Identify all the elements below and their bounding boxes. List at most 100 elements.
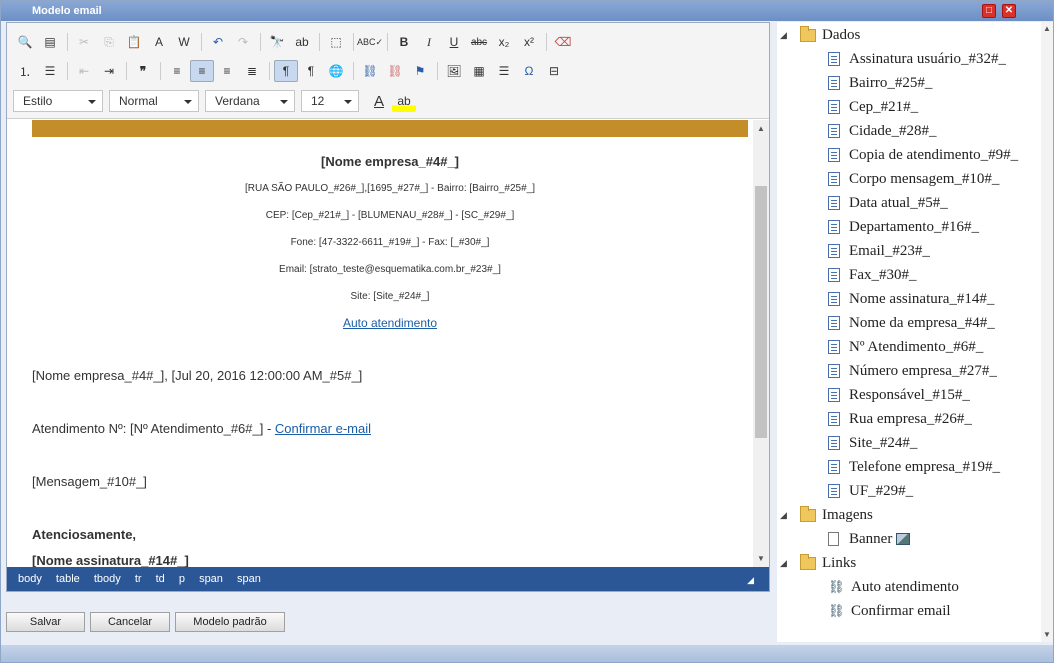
tree-item[interactable]: Responsável_#15#_ [828, 383, 970, 407]
save-button[interactable]: Salvar [6, 612, 85, 632]
image-icon[interactable]: 🖼 [442, 60, 466, 82]
tree-folder-dados[interactable]: ◢ Dados [777, 23, 860, 47]
tree-folder-links[interactable]: ◢ Links [777, 551, 856, 575]
italic-icon[interactable]: I [417, 31, 441, 53]
tree-item[interactable]: Email_#23#_ [828, 239, 930, 263]
close-icon[interactable]: ✕ [1002, 4, 1016, 18]
expanded-arrow-icon[interactable]: ◢ [780, 510, 790, 521]
path-item[interactable]: span [237, 573, 261, 585]
superscript-icon[interactable]: x² [517, 31, 541, 53]
tree-item[interactable]: Data atual_#5#_ [828, 191, 948, 215]
spellcheck-icon[interactable]: ABC✓ [357, 31, 383, 53]
scroll-up-icon[interactable]: ▲ [757, 124, 765, 133]
path-item[interactable]: span [199, 573, 223, 585]
path-item[interactable]: tr [135, 573, 142, 585]
tree-folder-imagens[interactable]: ◢ Imagens [777, 503, 873, 527]
confirm-email-link[interactable]: Confirmar e-mail [275, 421, 371, 436]
bg-color-icon[interactable]: ab [392, 90, 416, 112]
tree-item[interactable]: Cidade_#28#_ [828, 119, 937, 143]
copy-icon[interactable]: ⎘ [97, 31, 121, 53]
tree-item[interactable]: Bairro_#25#_ [828, 71, 932, 95]
tree-item[interactable]: Banner [828, 527, 911, 551]
default-template-button[interactable]: Modelo padrão [175, 612, 285, 632]
path-item[interactable]: body [18, 573, 42, 585]
maximize-icon[interactable]: □ [982, 4, 996, 18]
path-item[interactable]: td [156, 573, 165, 585]
tree-item[interactable]: Número empresa_#27#_ [828, 359, 997, 383]
path-item[interactable]: p [179, 573, 185, 585]
tree-item[interactable]: Copia de atendimento_#9#_ [828, 143, 1018, 167]
find-icon[interactable]: 🔭 [265, 31, 289, 53]
link-icon[interactable]: ⛓ [358, 60, 382, 82]
unlink-icon[interactable]: ⛓ [383, 60, 407, 82]
paste-word-icon[interactable]: W [172, 31, 196, 53]
redo-icon[interactable]: ↷ [231, 31, 255, 53]
anchor-icon[interactable]: ⚑ [408, 60, 432, 82]
numbered-list-icon[interactable]: ⒈ [13, 60, 37, 82]
remove-format-icon[interactable]: ⌫ [551, 31, 575, 53]
blockquote-icon[interactable]: ❞ [131, 60, 155, 82]
indent-icon[interactable]: ⇥ [97, 60, 121, 82]
tree-item[interactable]: Fax_#30#_ [828, 263, 917, 287]
editor-content[interactable]: [Nome empresa_#4#_] [RUA SÃO PAULO_#26#_… [7, 120, 757, 567]
expanded-arrow-icon[interactable]: ◢ [780, 558, 790, 569]
new-page-icon[interactable]: ▤ [38, 31, 62, 53]
replace-icon[interactable]: ab [290, 31, 314, 53]
preview-icon[interactable]: 🔍 [13, 31, 37, 53]
align-center-icon[interactable]: ≡ [190, 60, 214, 82]
rich-text-editor[interactable]: 🔍 ▤ ✂ ⎘ 📋 A W ↶ ↷ 🔭 ab ⬚ ABC✓ B I U abc … [6, 22, 770, 592]
tree-item[interactable]: Nome da empresa_#4#_ [828, 311, 995, 335]
scroll-thumb[interactable] [755, 186, 767, 438]
tree-item[interactable]: UF_#29#_ [828, 479, 913, 503]
tree-item[interactable]: ⛓ Auto atendimento [828, 575, 959, 599]
language-icon[interactable]: 🌐 [324, 60, 348, 82]
ltr-icon[interactable]: ¶ [274, 60, 298, 82]
path-item[interactable]: tbody [94, 573, 121, 585]
cut-icon[interactable]: ✂ [72, 31, 96, 53]
rtl-icon[interactable]: ¶ [299, 60, 323, 82]
underline-icon[interactable]: U [442, 31, 466, 53]
tree-item[interactable]: Rua empresa_#26#_ [828, 407, 972, 431]
tree-item[interactable]: Nome assinatura_#14#_ [828, 287, 994, 311]
tree-item[interactable]: Assinatura usuário_#32#_ [828, 47, 1006, 71]
tree-scrollbar[interactable]: ▲ ▼ [1041, 22, 1053, 642]
tree-item[interactable]: Departamento_#16#_ [828, 215, 979, 239]
select-all-icon[interactable]: ⬚ [324, 31, 348, 53]
scroll-down-icon[interactable]: ▼ [757, 554, 765, 563]
tree-item[interactable]: Telefone empresa_#19#_ [828, 455, 1000, 479]
size-combo[interactable]: 12 [301, 90, 359, 112]
expanded-arrow-icon[interactable]: ◢ [780, 30, 790, 41]
bold-icon[interactable]: B [392, 31, 416, 53]
scroll-up-icon[interactable]: ▲ [1043, 24, 1051, 33]
bulleted-list-icon[interactable]: ☰ [38, 60, 62, 82]
table-icon[interactable]: ▦ [467, 60, 491, 82]
special-char-icon[interactable]: Ω [517, 60, 541, 82]
path-item[interactable]: table [56, 573, 80, 585]
link-icon: ⛓ [828, 603, 845, 618]
style-combo[interactable]: Estilo [13, 90, 103, 112]
strikethrough-icon[interactable]: abc [467, 31, 491, 53]
page-break-icon[interactable]: ⊟ [542, 60, 566, 82]
justify-icon[interactable]: ≣ [240, 60, 264, 82]
resize-handle-icon[interactable]: ◢ [747, 575, 754, 586]
align-left-icon[interactable]: ≡ [165, 60, 189, 82]
tree-item[interactable]: Corpo mensagem_#10#_ [828, 167, 999, 191]
font-combo[interactable]: Verdana [205, 90, 295, 112]
cancel-button[interactable]: Cancelar [90, 612, 170, 632]
paste-icon[interactable]: 📋 [122, 31, 146, 53]
text-color-icon[interactable]: A [367, 90, 391, 112]
subscript-icon[interactable]: x₂ [492, 31, 516, 53]
outdent-icon[interactable]: ⇤ [72, 60, 96, 82]
tree-item[interactable]: ⛓ Confirmar email [828, 599, 951, 623]
tree-item[interactable]: Cep_#21#_ [828, 95, 918, 119]
horizontal-rule-icon[interactable]: ☰ [492, 60, 516, 82]
editor-scrollbar[interactable]: ▲ ▼ [753, 120, 769, 567]
align-right-icon[interactable]: ≡ [215, 60, 239, 82]
paste-text-icon[interactable]: A [147, 31, 171, 53]
scroll-down-icon[interactable]: ▼ [1043, 630, 1051, 639]
undo-icon[interactable]: ↶ [206, 31, 230, 53]
format-combo[interactable]: Normal [109, 90, 199, 112]
tree-item[interactable]: Nº Atendimento_#6#_ [828, 335, 983, 359]
tree-item[interactable]: Site_#24#_ [828, 431, 917, 455]
auto-atendimento-link[interactable]: Auto atendimento [343, 316, 437, 330]
